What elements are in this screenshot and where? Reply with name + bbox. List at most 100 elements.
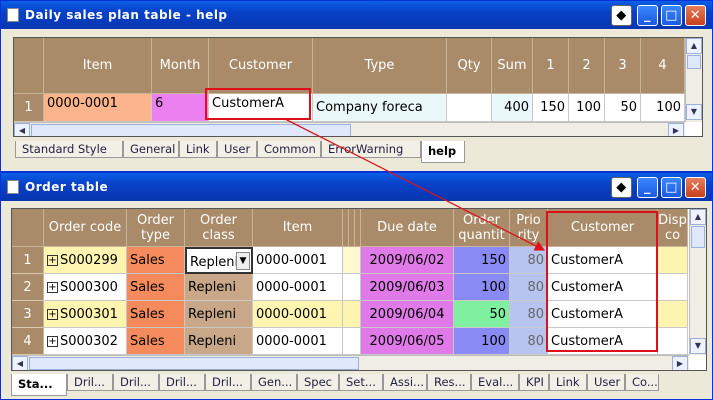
- cell-due-date[interactable]: 2009/06/03: [361, 274, 454, 301]
- row-header[interactable]: 1: [14, 94, 44, 122]
- cell-sum[interactable]: 400: [492, 94, 533, 122]
- order-hscrollbar[interactable]: ◀ ▶: [12, 355, 689, 370]
- tab-user[interactable]: User: [587, 374, 625, 391]
- col-header-4[interactable]: 4: [641, 38, 685, 94]
- tab-errorwarning[interactable]: ErrorWarning: [321, 141, 421, 158]
- cell-order-quantity[interactable]: 150: [454, 247, 510, 274]
- tab-link[interactable]: Link: [549, 374, 587, 391]
- minimize-icon[interactable]: _: [637, 177, 658, 198]
- cell-item[interactable]: 0000-0001: [253, 247, 343, 274]
- col-header-order-quantity[interactable]: Order quantit: [454, 209, 510, 247]
- tab-settings[interactable]: Set...: [339, 374, 383, 391]
- scroll-left-icon[interactable]: ◀: [12, 356, 28, 370]
- col-header-item[interactable]: Item: [253, 209, 343, 247]
- maximize-icon[interactable]: □: [661, 5, 682, 26]
- tab-drill-2[interactable]: Dril...: [113, 374, 159, 391]
- close-icon[interactable]: ✕: [685, 5, 706, 26]
- col-header-3[interactable]: 3: [605, 38, 641, 94]
- row-header[interactable]: 2: [12, 274, 44, 301]
- cell-order-code[interactable]: + S000301: [44, 301, 127, 328]
- col-header-type[interactable]: Type: [313, 38, 447, 94]
- cell-item[interactable]: 0000-0001: [44, 94, 152, 122]
- hscroll-thumb[interactable]: [31, 124, 351, 136]
- corner-cell[interactable]: [14, 38, 44, 94]
- col-header-order-class[interactable]: Order class: [185, 209, 253, 247]
- cell-order-type[interactable]: Sales: [127, 328, 185, 355]
- cell-order-quantity[interactable]: 50: [454, 301, 510, 328]
- cell-item[interactable]: 0000-0001: [253, 328, 343, 355]
- cell-due-date[interactable]: 2009/06/05: [361, 328, 454, 355]
- scroll-up-icon[interactable]: ▲: [690, 209, 706, 225]
- cell-order-quantity[interactable]: 100: [454, 274, 510, 301]
- maximize-icon[interactable]: □: [661, 177, 682, 198]
- cell-item[interactable]: 0000-0001: [253, 274, 343, 301]
- cell-order-code[interactable]: + S000300: [44, 274, 127, 301]
- cell-order-class[interactable]: Repleni ▼: [185, 247, 253, 274]
- help-hscrollbar[interactable]: ◀ ▶: [14, 122, 685, 136]
- tab-drill-4[interactable]: Dril...: [205, 374, 251, 391]
- cell-month[interactable]: 6: [152, 94, 209, 122]
- tab-common[interactable]: Common: [257, 141, 321, 158]
- cell-hidden[interactable]: [343, 247, 361, 274]
- tab-user[interactable]: User: [217, 141, 257, 158]
- cell-type[interactable]: Company foreca: [313, 94, 447, 122]
- cell-priority[interactable]: 80: [510, 328, 548, 355]
- col-header-priority[interactable]: Prio rity: [510, 209, 548, 247]
- cell-hidden[interactable]: [343, 274, 361, 301]
- cell-disp[interactable]: [658, 301, 688, 328]
- cell-item[interactable]: 0000-0001: [253, 301, 343, 328]
- row-header[interactable]: 4: [12, 328, 44, 355]
- cell-d4[interactable]: 100: [641, 94, 685, 122]
- hscroll-thumb[interactable]: [29, 357, 359, 370]
- expand-icon[interactable]: +: [47, 336, 58, 347]
- cell-hidden[interactable]: [343, 301, 361, 328]
- scroll-right-icon[interactable]: ▶: [668, 123, 684, 136]
- cell-priority[interactable]: 80: [510, 301, 548, 328]
- minimize-icon[interactable]: _: [637, 5, 658, 26]
- cell-qty[interactable]: [447, 94, 492, 122]
- tab-assignment[interactable]: Assi...: [383, 374, 427, 391]
- col-header-sum[interactable]: Sum: [492, 38, 533, 94]
- cell-priority[interactable]: 80: [510, 247, 548, 274]
- cell-order-type[interactable]: Sales: [127, 247, 185, 274]
- cell-order-quantity[interactable]: 100: [454, 328, 510, 355]
- cell-disp[interactable]: [658, 274, 688, 301]
- cell-due-date[interactable]: 2009/06/04: [361, 301, 454, 328]
- tab-more[interactable]: Co...: [625, 374, 659, 391]
- cell-order-code[interactable]: + S000302: [44, 328, 127, 355]
- tab-kpi[interactable]: KPI: [519, 374, 549, 391]
- order-window-titlebar[interactable]: Order table ◆ _ □ ✕: [1, 173, 712, 201]
- col-header-item[interactable]: Item: [44, 38, 152, 94]
- expand-icon[interactable]: +: [47, 309, 58, 320]
- tab-general[interactable]: General: [123, 141, 179, 158]
- help-window-titlebar[interactable]: Daily sales plan table - help ◆ _ □ ✕: [1, 1, 712, 29]
- tab-result[interactable]: Res...: [427, 374, 471, 391]
- tab-drill-1[interactable]: Dril...: [67, 374, 113, 391]
- scroll-thumb[interactable]: [687, 55, 701, 69]
- cell-d2[interactable]: 100: [569, 94, 605, 122]
- cell-order-type[interactable]: Sales: [127, 301, 185, 328]
- tab-spec[interactable]: Spec: [297, 374, 339, 391]
- tab-evaluation[interactable]: Eval...: [471, 374, 519, 391]
- col-header-1[interactable]: 1: [533, 38, 569, 94]
- cell-order-type[interactable]: Sales: [127, 274, 185, 301]
- diamond-icon[interactable]: ◆: [611, 5, 632, 26]
- col-header-disp[interactable]: Disp co: [658, 209, 688, 247]
- col-header-2[interactable]: 2: [569, 38, 605, 94]
- tab-standard[interactable]: Sta...: [11, 374, 67, 396]
- row-header[interactable]: 3: [12, 301, 44, 328]
- cell-hidden[interactable]: [343, 328, 361, 355]
- scroll-right-icon[interactable]: ▶: [672, 356, 688, 370]
- scroll-up-icon[interactable]: ▲: [686, 38, 702, 54]
- scroll-thumb[interactable]: [691, 226, 705, 248]
- cell-order-code[interactable]: + S000299: [44, 247, 127, 274]
- tab-help[interactable]: help: [421, 141, 465, 163]
- row-header[interactable]: 1: [12, 247, 44, 274]
- tab-general[interactable]: Gen...: [251, 374, 297, 391]
- corner-cell[interactable]: [12, 209, 44, 247]
- cell-d3[interactable]: 50: [605, 94, 641, 122]
- expand-icon[interactable]: +: [47, 282, 58, 293]
- diamond-icon[interactable]: ◆: [611, 177, 632, 198]
- tab-drill-3[interactable]: Dril...: [159, 374, 205, 391]
- col-header-customer[interactable]: Customer: [209, 38, 313, 94]
